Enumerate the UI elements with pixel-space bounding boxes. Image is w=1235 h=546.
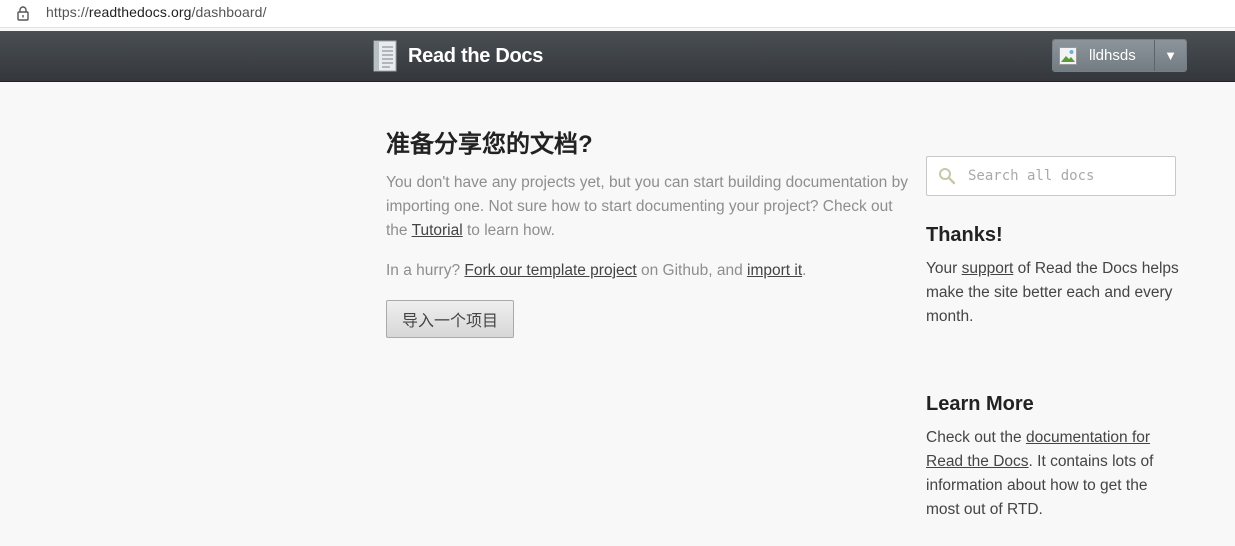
hurry-suffix: . [802, 262, 807, 279]
username: lldhsds [1089, 47, 1136, 64]
hurry-prefix: In a hurry? [386, 262, 465, 279]
site-header: Read the Docs lldhsds ▼ [0, 31, 1235, 82]
brand-link[interactable]: Read the Docs [372, 39, 543, 73]
import-project-button[interactable]: 导入一个项目 [386, 300, 514, 338]
url-text[interactable]: https://readthedocs.org/dashboard/ [46, 4, 267, 20]
support-link[interactable]: support [962, 260, 1014, 277]
dashboard-main: 准备分享您的文档? You don't have any projects ye… [386, 127, 908, 338]
avatar [1059, 46, 1077, 65]
learn-more-heading: Learn More [926, 393, 1034, 415]
hurry-text: In a hurry? Fork our template project on… [386, 259, 908, 283]
sidebar: Thanks! Your support of Read the Docs he… [926, 156, 1186, 522]
search-box[interactable] [926, 156, 1176, 196]
user-menu[interactable]: lldhsds ▼ [1052, 39, 1187, 72]
intro-after: to learn how. [462, 222, 555, 239]
thanks-text: Your support of Read the Docs helps make… [926, 257, 1184, 329]
fork-template-link[interactable]: Fork our template project [464, 262, 636, 279]
url-prefix: https:// [46, 4, 89, 20]
thanks-prefix: Your [926, 260, 962, 277]
user-menu-dropdown-toggle[interactable]: ▼ [1155, 40, 1186, 71]
import-it-link[interactable]: import it [747, 262, 802, 279]
learn-more-text: Check out the documentation for Read the… [926, 426, 1184, 522]
page-title: 准备分享您的文档? [386, 131, 593, 158]
intro-text: You don't have any projects yet, but you… [386, 171, 908, 243]
tutorial-link[interactable]: Tutorial [412, 222, 463, 239]
search-input[interactable] [966, 167, 1170, 185]
book-icon [373, 40, 397, 72]
thanks-heading: Thanks! [926, 224, 1003, 246]
brand-name: Read the Docs [408, 44, 544, 67]
search-icon [939, 168, 956, 185]
hurry-middle: on Github, and [636, 262, 748, 279]
browser-address-bar[interactable]: https://readthedocs.org/dashboard/ [0, 0, 1235, 28]
url-path: /dashboard/ [191, 4, 267, 20]
url-host: readthedocs.org [88, 4, 192, 20]
lock-icon [17, 6, 29, 21]
user-menu-button[interactable]: lldhsds [1053, 40, 1155, 71]
chevron-down-icon: ▼ [1164, 48, 1177, 63]
learn-prefix: Check out the [926, 429, 1026, 446]
